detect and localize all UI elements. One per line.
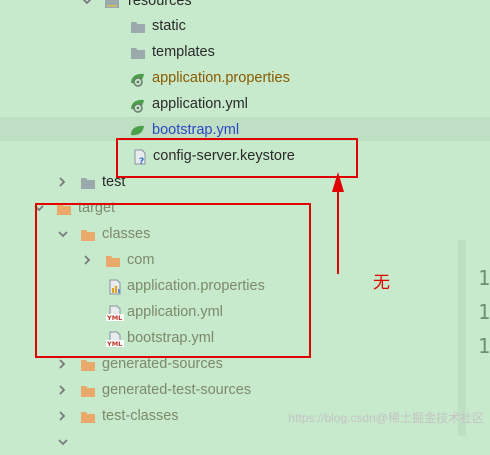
annotation-missing-label: 无 [373,273,390,293]
tree-item-generated-test-sources[interactable]: generated-test-sources [0,377,490,403]
line-number: 1 [478,300,490,324]
tree-item-label: templates [152,44,215,60]
tree-item-application-properties[interactable]: application.properties [0,65,490,91]
tree-item-static[interactable]: static [0,13,490,39]
spring-leaf-icon [129,96,145,113]
tree-item-application-yml[interactable]: application.yml [0,91,490,117]
tree-item-label: generated-test-sources [102,382,252,398]
tree-item-partial [0,429,490,455]
annotation-box-target-classes [35,203,311,358]
watermark-text: https://blog.csdn@稀土掘金技术社区 [288,411,484,425]
line-number: 1 [478,334,490,358]
editor-scrollbar[interactable] [458,240,466,436]
tree-item-resources[interactable]: resources [0,0,490,14]
chevron-right-icon[interactable] [55,403,69,429]
tree-item-label: resources [128,0,192,9]
chevron-right-icon[interactable] [55,377,69,403]
tree-item-templates[interactable]: templates [0,39,490,65]
tree-item-label: test-classes [102,408,179,424]
folder-icon [80,382,96,398]
chevron-down-icon [56,429,70,455]
spring-leaf-icon [129,70,145,87]
spring-leaf-icon [129,122,145,138]
line-number: 1 [478,266,490,290]
tree-item-label: application.yml [152,96,248,112]
tree-item-label: application.properties [152,70,290,86]
annotation-arrow-icon [332,172,344,274]
tree-item-label: static [152,18,186,34]
chevron-right-icon[interactable] [55,169,69,195]
folder-icon [104,0,120,9]
folder-icon [80,174,96,190]
folder-icon [130,18,146,34]
folder-icon [80,408,96,424]
folder-icon [130,44,146,60]
annotation-box-keystore [116,138,358,178]
chevron-down-icon[interactable] [80,0,94,14]
folder-icon [80,356,96,372]
